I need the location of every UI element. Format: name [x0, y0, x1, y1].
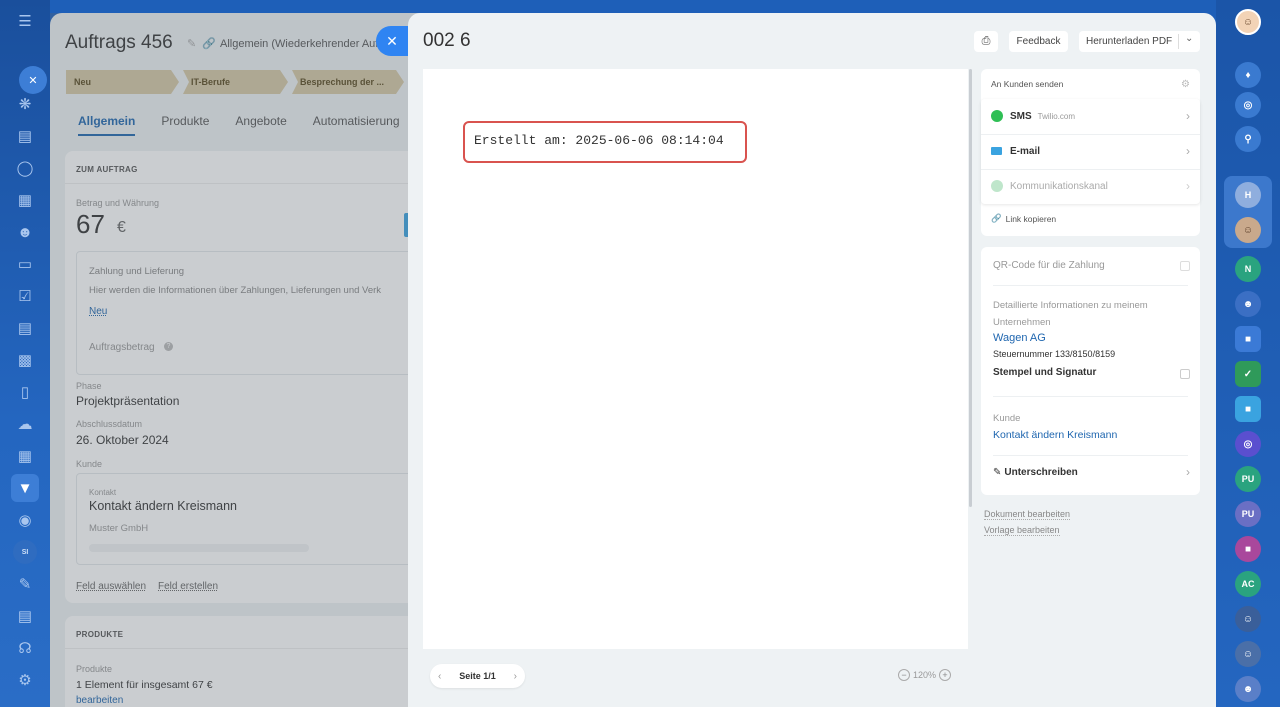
lock-icon[interactable]: ■ — [1235, 326, 1261, 352]
mail-icon — [991, 147, 1002, 155]
chevron-right-icon: › — [1186, 465, 1190, 479]
company-details-label: Detaillierte Informationen zu meinem Unt… — [993, 300, 1148, 328]
task-check-icon[interactable]: ✓ — [1235, 361, 1261, 387]
chat-icon[interactable]: ◯ — [13, 156, 37, 180]
left-navigation: ☰ ✕ ❋ ▤ ◯ ▦ ☻ ▭ ☑ ▤ ▩ ▯ ☁ ▦ ▼ ◉ SI ✎ ▤ ☊… — [0, 0, 50, 707]
send-email-row[interactable]: E-mail › — [981, 134, 1200, 168]
send-panel: An Kunden senden ⚙ SMS Twilio.com › E-ma… — [981, 69, 1200, 236]
client-label: Kunde — [993, 413, 1021, 424]
puzzle-icon[interactable]: ❋ — [13, 92, 37, 116]
created-timestamp: Erstellt am: 2025-06-06 08:14:04 — [474, 133, 724, 148]
sms-provider: Twilio.com — [1037, 111, 1076, 121]
chat-avatar-photo[interactable]: ☺ — [1235, 641, 1261, 667]
email-label: E-mail — [1010, 145, 1041, 157]
pen-icon: ✎ — [993, 467, 1002, 478]
document-slider: 002 6 ⎙ Feedback Herunterladen PDF ⌄ Ers… — [408, 13, 1216, 707]
chat-avatar[interactable]: H — [1235, 182, 1261, 208]
send-sms-row[interactable]: SMS Twilio.com › — [981, 99, 1200, 133]
chat-avatar-photo[interactable]: ☺ — [1235, 606, 1261, 632]
document-preview: Erstellt am: 2025-06-06 08:14:04 — [423, 69, 968, 649]
search-chat-icon[interactable]: ⚲ — [1235, 126, 1261, 152]
channel-icon — [991, 180, 1003, 192]
chat-avatar[interactable]: PU — [1235, 501, 1261, 527]
analytics-icon[interactable]: ▯ — [13, 380, 37, 404]
copilot-chat-icon[interactable]: ◎ — [1235, 431, 1261, 457]
zoom-control: − 120% + — [898, 669, 952, 681]
edit-doc-icon[interactable]: ✎ — [13, 572, 37, 596]
edit-document-link[interactable]: Dokument bearbeiten — [984, 509, 1071, 520]
contacts-icon[interactable]: ☻ — [1235, 676, 1261, 702]
download-label: Herunterladen PDF — [1086, 36, 1173, 47]
user-avatar[interactable]: ☺ — [1235, 9, 1261, 35]
whatsapp-icon — [991, 110, 1003, 122]
company-name-link[interactable]: Wagen AG — [993, 332, 1046, 344]
chevron-right-icon: › — [1186, 144, 1190, 158]
schedule-icon[interactable]: ▦ — [13, 444, 37, 468]
contacts-icon[interactable]: ☻ — [13, 220, 37, 244]
menu-icon[interactable]: ☰ — [13, 9, 37, 33]
stamp-signature-checkbox[interactable] — [1180, 369, 1190, 379]
si-avatar[interactable]: SI — [13, 540, 37, 564]
documents-icon[interactable]: ▭ — [13, 252, 37, 276]
chevron-right-icon: › — [1186, 109, 1190, 123]
drive-icon[interactable]: ▤ — [13, 316, 37, 340]
print-button[interactable]: ⎙ — [974, 31, 998, 52]
link-icon: 🔗 — [991, 213, 1002, 223]
close-menu-icon[interactable]: ✕ — [19, 66, 47, 94]
qr-label: QR-Code für die Zahlung — [993, 260, 1105, 271]
chat-avatar[interactable]: AC — [1235, 571, 1261, 597]
chat-avatar-photo[interactable]: ☺ — [1235, 217, 1261, 243]
stamp-signature-label: Stempel und Signatur — [993, 367, 1097, 378]
next-page-icon[interactable]: › — [514, 671, 517, 682]
chevron-down-icon[interactable]: ⌄ — [1185, 33, 1193, 44]
calendar-icon[interactable]: ▦ — [13, 188, 37, 212]
prev-page-icon[interactable]: ‹ — [438, 671, 441, 682]
chat-avatar[interactable]: PU — [1235, 466, 1261, 492]
board-icon[interactable]: ▩ — [13, 348, 37, 372]
modal-overlay[interactable] — [50, 13, 420, 707]
zoom-in-icon[interactable]: + — [939, 669, 952, 681]
feed-icon[interactable]: ▤ — [13, 124, 37, 148]
page-navigator: ‹ Seite 1/1 › — [430, 664, 525, 688]
zoom-level: 120% — [913, 670, 937, 680]
send-header: An Kunden senden — [991, 79, 1064, 89]
tasks-icon[interactable]: ☑ — [13, 284, 37, 308]
bell-icon[interactable]: ♦ — [1235, 62, 1261, 88]
document-title: 002 6 — [423, 30, 471, 51]
edit-template-link[interactable]: Vorlage bearbeiten — [984, 525, 1060, 536]
chevron-right-icon: › — [1186, 179, 1190, 193]
copy-link-label: Link kopieren — [1005, 213, 1057, 224]
printer-icon: ⎙ — [981, 35, 991, 47]
headset-icon[interactable]: ☊ — [13, 636, 37, 660]
message-icon[interactable]: ■ — [1235, 396, 1261, 422]
close-slider-button[interactable]: ✕ — [376, 26, 408, 56]
sms-label: SMS — [1010, 110, 1032, 122]
zoom-out-icon[interactable]: − — [898, 669, 910, 681]
send-channel-row[interactable]: Kommunikationskanal › — [981, 169, 1200, 203]
crm-funnel-icon[interactable]: ▼ — [11, 474, 39, 502]
qr-checkbox[interactable] — [1180, 261, 1190, 271]
sign-label: Unterschreiben — [1004, 467, 1078, 478]
secret-chat-icon[interactable]: ■ — [1235, 536, 1261, 562]
id-card-icon[interactable]: ▤ — [13, 604, 37, 628]
client-link[interactable]: Kontakt ändern Kreismann — [993, 429, 1117, 441]
cart-icon[interactable]: ☁ — [13, 412, 37, 436]
target-icon[interactable]: ◉ — [13, 508, 37, 532]
feedback-button[interactable]: Feedback — [1009, 31, 1068, 52]
copilot-icon[interactable]: ◎ — [1235, 92, 1261, 118]
copy-link-button[interactable]: 🔗 Link kopieren — [991, 213, 1056, 224]
settings-gear-icon[interactable]: ⚙ — [13, 668, 37, 692]
preview-scrollbar[interactable] — [969, 69, 972, 507]
tax-number: Steuernummer 133/8150/8159 — [993, 349, 1116, 359]
right-rail: ☺ ♦ ◎ ⚲ H ☺ N ☻ ■ ✓ ■ ◎ PU PU ■ AC ☺ ☺ ☻ — [1216, 0, 1280, 707]
group-chat-icon[interactable]: ☻ — [1235, 291, 1261, 317]
chat-avatar[interactable]: N — [1235, 256, 1261, 282]
page-indicator: Seite 1/1 — [459, 671, 496, 681]
sign-button[interactable]: ✎ Unterschreiben — [993, 467, 1078, 478]
document-settings-panel: QR-Code für die Zahlung Detaillierte Inf… — [981, 247, 1200, 495]
download-pdf-button[interactable]: Herunterladen PDF ⌄ — [1079, 31, 1200, 52]
close-icon: ✕ — [386, 32, 398, 49]
channel-label: Kommunikationskanal — [1010, 180, 1108, 192]
settings-gear-icon[interactable]: ⚙ — [1181, 79, 1190, 90]
